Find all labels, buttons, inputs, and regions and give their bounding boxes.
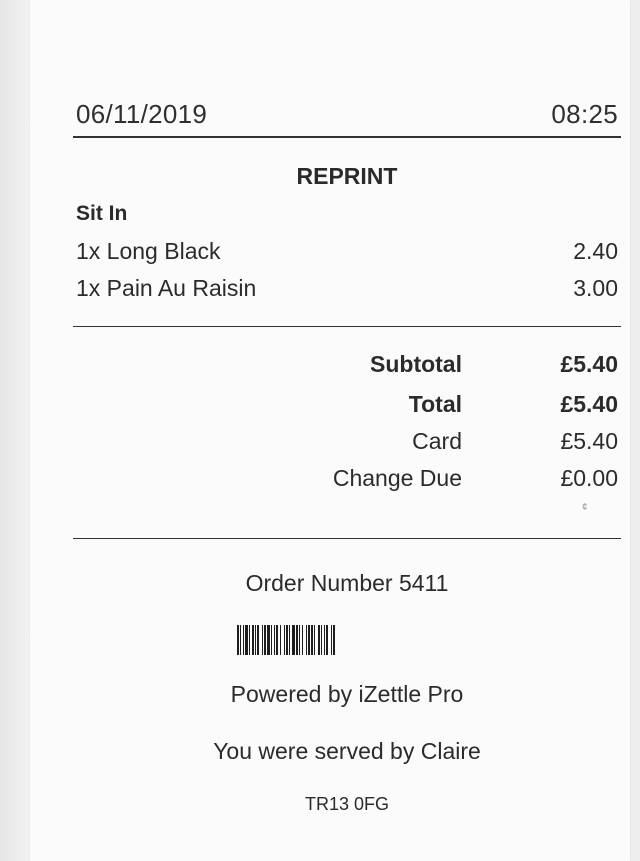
order-type: Sit In bbox=[76, 202, 128, 225]
card-value: £5.40 bbox=[560, 428, 618, 454]
receipt-date: 06/11/2019 bbox=[76, 99, 208, 129]
store-postcode: TR13 0FG bbox=[304, 794, 390, 814]
divider-totals bbox=[73, 538, 621, 539]
receipt-scan: 06/11/2019 08:25 REPRINT Sit In 1x Long … bbox=[0, 0, 640, 861]
total-value: £5.40 bbox=[560, 391, 618, 417]
subtotal-label: Subtotal bbox=[370, 351, 462, 377]
divider-top bbox=[73, 136, 621, 138]
served-by: You were served by Claire bbox=[213, 738, 481, 764]
line-item-price: 2.40 bbox=[573, 238, 618, 264]
line-item-price: 3.00 bbox=[573, 275, 618, 301]
total-label: Total bbox=[408, 391, 462, 417]
order-number: Order Number 5411 bbox=[245, 570, 449, 596]
change-due-label: Change Due bbox=[332, 465, 462, 491]
subtotal-value: £5.40 bbox=[560, 351, 618, 377]
line-item-name: 1x Pain Au Raisin bbox=[76, 275, 257, 301]
receipt-time: 08:25 bbox=[551, 99, 618, 129]
line-item-name: 1x Long Black bbox=[76, 238, 221, 264]
card-label: Card bbox=[412, 428, 462, 454]
scan-speck: ¢ bbox=[582, 502, 588, 513]
change-due-value: £0.00 bbox=[560, 465, 618, 491]
scan-margin bbox=[0, 0, 30, 861]
divider-items bbox=[73, 326, 621, 327]
reprint-heading: REPRINT bbox=[296, 163, 398, 189]
powered-by: Powered by iZettle Pro bbox=[230, 681, 464, 707]
barcode bbox=[237, 625, 335, 655]
